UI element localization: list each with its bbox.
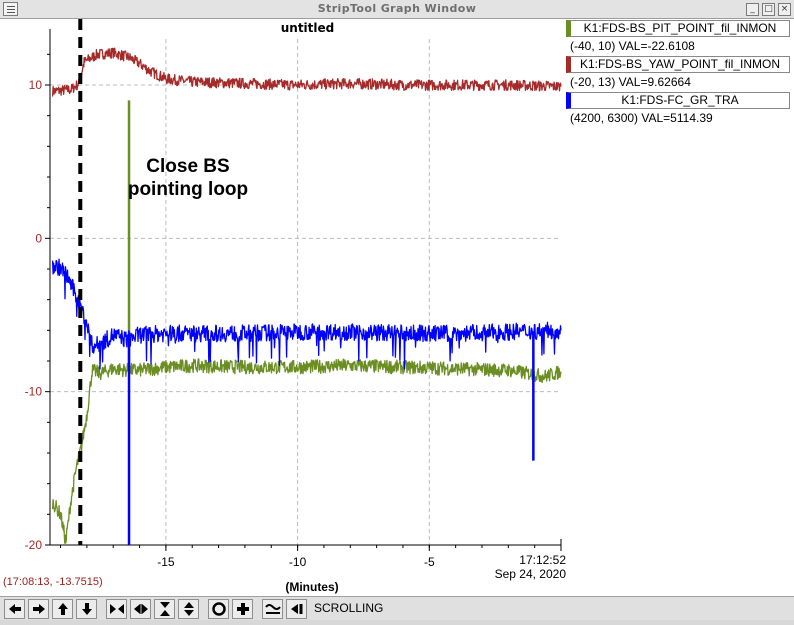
arrow-down-icon[interactable] bbox=[76, 599, 97, 619]
strip-chart-plot[interactable]: 10 0 -10 -20 -15 -10 -5 bbox=[0, 19, 566, 575]
y-tick-label: -20 bbox=[25, 538, 43, 552]
pointer-readout: (17:08:13, -13.7515) bbox=[3, 576, 103, 588]
legend-name-pit[interactable]: K1:FDS-BS_PIT_POINT_fil_INMON bbox=[566, 20, 790, 37]
time-label-time: 17:12:52 bbox=[519, 553, 566, 567]
legend-name-yaw[interactable]: K1:FDS-BS_YAW_POINT_fil_INMON bbox=[566, 56, 790, 73]
y-tick-label: -10 bbox=[25, 385, 43, 399]
y-tick-label: 10 bbox=[29, 78, 43, 92]
graph-title: untitled bbox=[280, 21, 335, 35]
last-icon[interactable] bbox=[286, 599, 307, 619]
legend-name-gr-tra[interactable]: K1:FDS-FC_GR_TRA bbox=[566, 92, 790, 109]
legend-range-yaw: (-20, 13) VAL=9.62664 bbox=[570, 75, 691, 89]
refresh-icon[interactable] bbox=[262, 599, 283, 619]
toolbar: SCROLLING bbox=[0, 596, 794, 620]
annotation-line-2: pointing loop bbox=[127, 179, 249, 200]
zoom-in-vertical-icon[interactable] bbox=[154, 599, 175, 619]
arrow-left-icon[interactable] bbox=[4, 599, 25, 619]
annotation-line-1: Close BS bbox=[146, 156, 230, 177]
legend-item-yaw[interactable]: K1:FDS-BS_YAW_POINT_fil_INMON (-20, 13) … bbox=[566, 56, 794, 92]
annotation-close-bs-loop: Close BS pointing loop bbox=[118, 155, 258, 201]
legend-range-gr-tra: (4200, 6300) VAL=5114.39 bbox=[570, 111, 713, 125]
y-tick-label: 0 bbox=[35, 231, 42, 245]
zoom-out-vertical-icon[interactable] bbox=[178, 599, 199, 619]
maximize-icon[interactable]: □ bbox=[762, 3, 775, 16]
close-icon[interactable]: × bbox=[778, 3, 791, 16]
x-tick-label: -10 bbox=[289, 555, 307, 569]
mode-label: SCROLLING bbox=[314, 601, 384, 615]
legend-item-gr-tra[interactable]: K1:FDS-FC_GR_TRA (4200, 6300) VAL=5114.3… bbox=[566, 92, 794, 128]
time-label-date: Sep 24, 2020 bbox=[494, 567, 566, 581]
legend-range-pit: (-40, 10) VAL=-22.6108 bbox=[570, 39, 695, 53]
legend: K1:FDS-BS_PIT_POINT_fil_INMON (-40, 10) … bbox=[566, 20, 794, 128]
legend-item-pit[interactable]: K1:FDS-BS_PIT_POINT_fil_INMON (-40, 10) … bbox=[566, 20, 794, 56]
bottom-strip bbox=[0, 620, 794, 625]
x-tick-label: -5 bbox=[424, 555, 435, 569]
minimize-icon[interactable]: _ bbox=[746, 3, 759, 16]
arrow-right-icon[interactable] bbox=[28, 599, 49, 619]
arrow-up-icon[interactable] bbox=[52, 599, 73, 619]
x-axis-unit-label: (Minutes) bbox=[285, 580, 339, 594]
add-signal-icon[interactable] bbox=[232, 599, 253, 619]
zoom-in-horizontal-icon[interactable] bbox=[106, 599, 127, 619]
zoom-out-horizontal-icon[interactable] bbox=[130, 599, 151, 619]
window-titlebar: StripTool Graph Window _ □ × bbox=[0, 0, 794, 19]
window-title: StripTool Graph Window bbox=[317, 2, 477, 15]
series-line bbox=[51, 47, 562, 97]
time-label: 17:12:52 Sep 24, 2020 bbox=[480, 553, 566, 581]
x-tick-label: -15 bbox=[157, 555, 175, 569]
auto-scale-icon[interactable] bbox=[208, 599, 229, 619]
